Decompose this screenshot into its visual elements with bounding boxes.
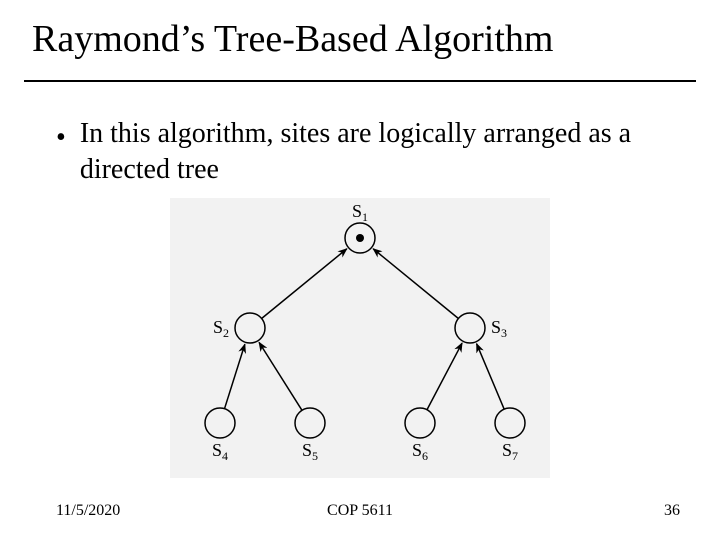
slide-footer: 11/5/2020 COP 5611 36 (0, 502, 720, 524)
node-label: S3 (491, 317, 507, 340)
tree-edge (259, 342, 302, 410)
tree-figure: S1 S2 S3 S4 S5 S6 S7 (170, 198, 550, 478)
tree-node (495, 408, 525, 438)
tree-edge (477, 344, 505, 410)
footer-course: COP 5611 (0, 502, 720, 520)
token-icon (356, 234, 364, 242)
node-label: S4 (212, 440, 228, 463)
bullet-icon: • (56, 124, 66, 152)
footer-page: 36 (664, 502, 680, 520)
slide-title: Raymond’s Tree-Based Algorithm (32, 18, 688, 62)
tree-edge (225, 344, 245, 408)
tree-edge (262, 249, 347, 319)
node-label: S2 (213, 317, 229, 340)
node-label: S5 (302, 440, 318, 463)
bullet-text: In this algorithm, sites are logically a… (80, 116, 680, 188)
tree-edge (427, 343, 462, 410)
tree-edge (373, 249, 458, 319)
tree-node (295, 408, 325, 438)
slide: Raymond’s Tree-Based Algorithm • In this… (0, 0, 720, 540)
tree-node (455, 313, 485, 343)
node-label: S1 (352, 201, 368, 224)
nodes-group: S1 S2 S3 S4 S5 S6 S7 (205, 201, 525, 463)
slide-body: • In this algorithm, sites are logically… (56, 116, 680, 188)
node-label: S7 (502, 440, 518, 463)
tree-node (235, 313, 265, 343)
tree-svg: S1 S2 S3 S4 S5 S6 S7 (170, 198, 550, 478)
tree-node (405, 408, 435, 438)
node-label: S6 (412, 440, 428, 463)
tree-node (205, 408, 235, 438)
title-underline (24, 80, 696, 82)
bullet-item: • In this algorithm, sites are logically… (56, 116, 680, 188)
